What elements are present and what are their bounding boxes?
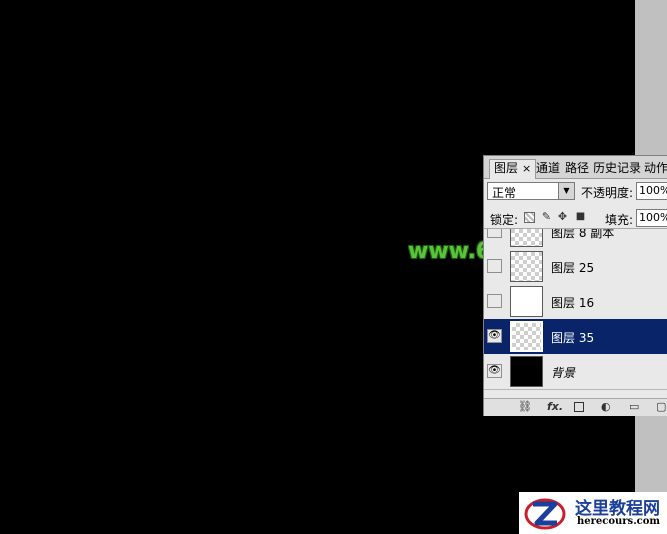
layer-name: 图层 8 副本 (551, 229, 615, 240)
lock-brush-icon[interactable]: ✎ (541, 211, 552, 222)
tab-paths[interactable]: 路径 (565, 160, 589, 176)
tab-actions-label: 动作 (644, 161, 667, 175)
visibility-toggle[interactable] (487, 259, 502, 273)
chevron-down-icon[interactable]: ▼ (558, 183, 574, 199)
layer-name: 图层 25 (551, 261, 595, 275)
layer-name: 图层 35 (551, 331, 595, 345)
folder-icon[interactable]: ▭ (629, 401, 639, 413)
tab-history[interactable]: 历史记录 (594, 160, 641, 176)
fill-input[interactable]: 100% (636, 209, 667, 227)
adjustment-icon[interactable]: ◐ (601, 401, 611, 413)
logo-mark-icon (524, 498, 566, 530)
tab-actions[interactable]: 动作 (644, 160, 667, 176)
layer-row[interactable]: 图层 16 (484, 284, 667, 320)
tab-layers[interactable]: 图层 × (489, 159, 537, 179)
layer-thumbnail (510, 286, 543, 317)
site-logo: 这里教程网 herecours.com (519, 492, 667, 534)
lock-row: 锁定: ✎ ✥ ■ 填充: 100% (484, 206, 667, 229)
layer-row-selected[interactable]: 👁 图层 35 (484, 319, 667, 355)
layer-name: 图层 16 (551, 296, 595, 310)
blend-mode-value: 正常 (492, 186, 517, 200)
lock-all-icon[interactable]: ■ (575, 211, 586, 222)
lock-move-icon[interactable]: ✥ (557, 211, 568, 222)
layer-row[interactable]: 👁 背景 (484, 354, 667, 390)
layer-thumbnail (510, 251, 543, 282)
layer-thumbnail (510, 229, 543, 247)
new-layer-icon[interactable]: ▢ (656, 401, 666, 413)
layer-row[interactable]: 图层 8 副本 (484, 229, 667, 250)
panel-footer: ⛓ fx. ◐ ▭ ▢ (484, 398, 667, 416)
visibility-toggle[interactable] (487, 294, 502, 308)
tab-history-label: 历史记录 (594, 161, 641, 175)
fill-label: 填充: (605, 213, 634, 227)
opacity-input[interactable]: 100% (636, 182, 667, 200)
visibility-toggle[interactable] (487, 229, 502, 238)
lock-label: 锁定: (490, 213, 519, 227)
logo-subtitle: herecours.com (577, 516, 661, 527)
layer-name: 背景 (551, 366, 576, 380)
blend-mode-select[interactable]: 正常 ▼ (487, 182, 575, 200)
mask-icon[interactable] (574, 402, 584, 412)
eye-icon[interactable]: 👁 (487, 329, 502, 343)
opacity-label: 不透明度: (581, 186, 634, 200)
link-icon[interactable]: ⛓ (518, 401, 532, 413)
layer-thumbnail (510, 321, 543, 352)
panel-tabs: 图层 × 通道 路径 历史记录 动作 (484, 156, 667, 179)
layers-panel: 图层× 通道 路径 历史记录 动作 正常 ▼ 不透明度: 100% 锁定: ✎ … (483, 155, 667, 416)
lock-transparency-icon[interactable] (524, 212, 535, 223)
tab-channels[interactable]: 通道 (536, 160, 560, 176)
fx-icon[interactable]: fx. (547, 401, 563, 413)
layer-thumbnail (510, 356, 543, 387)
layer-row[interactable]: 图层 25 (484, 249, 667, 285)
close-icon[interactable]: × (522, 162, 531, 175)
eye-icon[interactable]: 👁 (487, 364, 502, 378)
layer-list: 图层 8 副本 图层 25 图层 16 👁 图层 35 👁 背景 (484, 229, 667, 398)
tab-layers-label: 图层 (494, 161, 519, 175)
